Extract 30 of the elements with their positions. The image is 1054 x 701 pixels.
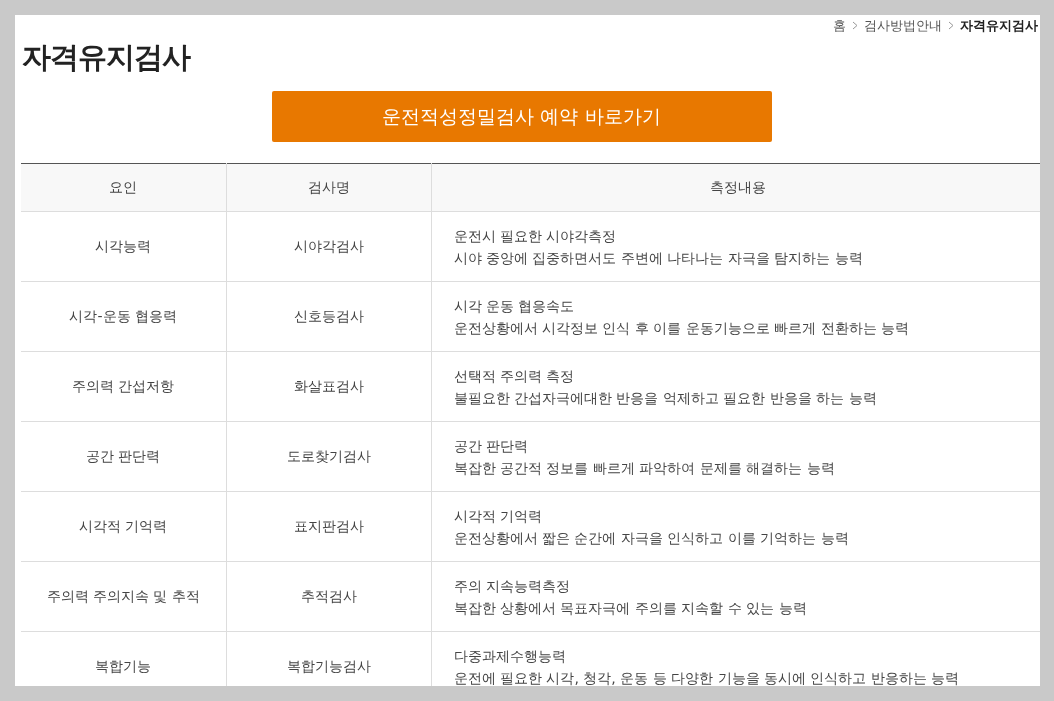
table-cell: 주의력 주의지속 및 추적 <box>21 561 226 632</box>
table-cell: 추적검사 <box>226 561 431 632</box>
table-cell: 공간 판단력 <box>21 421 226 492</box>
table-cell: 운전시 필요한 시야각측정 시야 중앙에 집중하면서도 주변에 나타나는 자극을 탐지하는 능력 <box>431 211 1040 282</box>
table-cell: 주의 지속능력측정 복잡한 상황에서 목표자극에 주의를 지속할 수 있는 능력 <box>431 561 1040 632</box>
column-header: 검사명 <box>226 163 431 212</box>
table-cell: 시각 운동 협응속도 운전상황에서 시각정보 인식 후 이를 운동기능으로 빠르게 전환하는 능력 <box>431 281 1040 352</box>
table-cell: 표지판검사 <box>226 491 431 562</box>
table-cell: 복합기능 <box>21 631 226 686</box>
table-cell: 시각능력 <box>21 211 226 282</box>
breadcrumb-link[interactable]: 자격유지검사 <box>960 16 1038 36</box>
breadcrumb-link[interactable]: 검사방법안내 <box>864 16 942 36</box>
table-cell: 시각-운동 협응력 <box>21 281 226 352</box>
table-cell: 시야각검사 <box>226 211 431 282</box>
table-cell: 다중과제수행능력 운전에 필요한 시각, 청각, 운동 등 다양한 기능을 동시에 인식하고 반응하는 능력 <box>431 631 1040 686</box>
column-header: 측정내용 <box>431 163 1040 212</box>
table-cell: 공간 판단력 복잡한 공간적 정보를 빠르게 파악하여 문제를 해결하는 능력 <box>431 421 1040 492</box>
breadcrumb-link[interactable]: 홈 <box>833 16 846 36</box>
table-cell: 화살표검사 <box>226 351 431 422</box>
chevron-icon <box>948 21 954 31</box>
table-cell: 시각적 기억력 운전상황에서 짧은 순간에 자극을 인식하고 이를 기억하는 능력 <box>431 491 1040 562</box>
table-cell: 신호등검사 <box>226 281 431 352</box>
page-title: 자격유지검사 <box>22 39 190 76</box>
table-cell: 선택적 주의력 측정 불필요한 간섭자극에대한 반응을 억제하고 필요한 반응을 하는 능력 <box>431 351 1040 422</box>
column-header: 요인 <box>21 163 226 212</box>
table-cell: 복합기능검사 <box>226 631 431 686</box>
table-cell: 주의력 간섭저항 <box>21 351 226 422</box>
table-cell: 도로찾기검사 <box>226 421 431 492</box>
table-cell: 시각적 기억력 <box>21 491 226 562</box>
chevron-icon <box>852 21 858 31</box>
